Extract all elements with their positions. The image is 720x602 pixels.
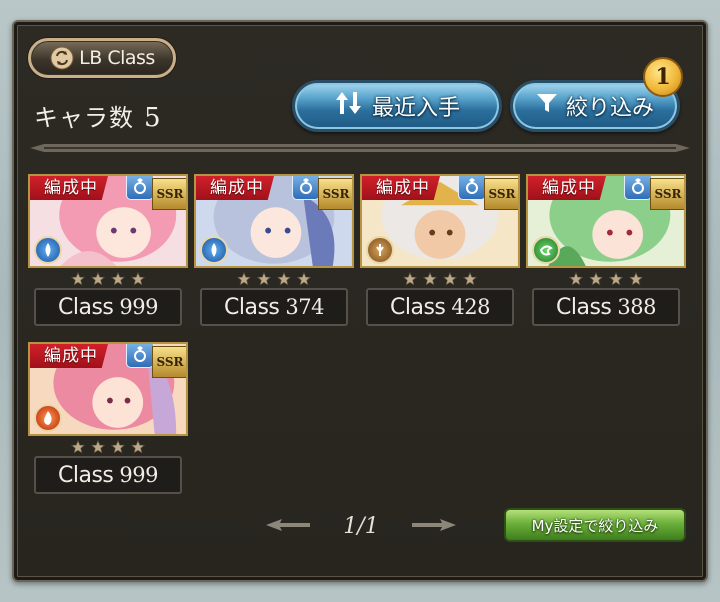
class-value: 374 (285, 295, 324, 319)
page-indicator: 1/1 (343, 513, 379, 539)
star-icon (589, 272, 603, 286)
star-icon (443, 272, 457, 286)
star-icon (423, 272, 437, 286)
star-icon (257, 272, 271, 286)
ring-icon (624, 176, 652, 200)
prev-page-arrow-icon[interactable] (266, 517, 310, 536)
sort-label: 最近入手 (371, 96, 460, 121)
class-label: Class (556, 294, 612, 320)
class-value: 999 (119, 463, 158, 487)
star-icon (71, 272, 85, 286)
star-icon (609, 272, 623, 286)
filter-label: 絞り込み (565, 96, 654, 121)
class-value: 428 (451, 295, 490, 319)
star-icon (91, 272, 105, 286)
pagination: 1/1 (266, 512, 456, 540)
fire-element-icon (34, 404, 62, 432)
ring-icon (292, 176, 320, 200)
class-value: 388 (617, 295, 656, 319)
filter-count-badge: 1 (643, 57, 683, 97)
class-label: Class (58, 462, 114, 488)
star-icon (237, 272, 251, 286)
star-icon (277, 272, 291, 286)
star-rating (526, 268, 686, 290)
star-icon (91, 440, 105, 454)
sort-arrows-icon (334, 90, 364, 122)
my-filter-button[interactable]: My設定で絞り込み (504, 508, 686, 542)
class-level: Class 388 (532, 288, 680, 326)
in-party-tag: 編成中 (196, 176, 274, 200)
sort-button[interactable]: 最近入手 (292, 80, 502, 132)
character-card[interactable]: 編成中 SSR Class 374 (194, 174, 354, 326)
funnel-icon (536, 92, 558, 120)
rarity-badge: SSR (484, 178, 518, 210)
in-party-tag: 編成中 (528, 176, 606, 200)
character-card[interactable]: 編成中 SSR Class 428 (360, 174, 520, 326)
class-level: Class 999 (34, 456, 182, 494)
class-level: Class 374 (200, 288, 348, 326)
star-icon (111, 272, 125, 286)
character-card[interactable]: 編成中 SSR Class 388 (526, 174, 686, 326)
character-portrait: 編成中 SSR (194, 174, 354, 268)
count-label: キャラ数 (34, 104, 134, 132)
class-label: Class (390, 294, 446, 320)
class-level: Class 999 (34, 288, 182, 326)
water-element-icon (200, 236, 228, 264)
next-page-arrow-icon[interactable] (412, 517, 456, 536)
star-icon (131, 440, 145, 454)
character-portrait: 編成中 SSR (360, 174, 520, 268)
in-party-tag: 編成中 (362, 176, 440, 200)
character-portrait: 編成中 SSR (526, 174, 686, 268)
header-divider (30, 144, 690, 152)
class-level: Class 428 (366, 288, 514, 326)
ring-icon (458, 176, 486, 200)
rarity-badge: SSR (650, 178, 684, 210)
star-icon (111, 440, 125, 454)
class-label: Class (58, 294, 114, 320)
lb-class-label: LB Class (79, 47, 155, 69)
in-party-tag: 編成中 (30, 176, 108, 200)
star-icon (629, 272, 643, 286)
star-icon (131, 272, 145, 286)
ring-icon (126, 344, 154, 368)
star-icon (463, 272, 477, 286)
star-rating (360, 268, 520, 290)
count-value: 5 (144, 103, 162, 133)
character-count: キャラ数 5 (34, 98, 162, 133)
lb-class-button[interactable]: LB Class (28, 38, 176, 78)
character-portrait: 編成中 SSR (28, 342, 188, 436)
ring-icon (126, 176, 154, 200)
star-icon (297, 272, 311, 286)
rarity-badge: SSR (318, 178, 352, 210)
in-party-tag: 編成中 (30, 344, 108, 368)
star-rating (194, 268, 354, 290)
swap-icon (49, 45, 75, 71)
star-icon (71, 440, 85, 454)
wind-element-icon (532, 236, 560, 264)
class-value: 999 (119, 295, 158, 319)
star-icon (403, 272, 417, 286)
character-portrait: 編成中 SSR (28, 174, 188, 268)
water-element-icon (34, 236, 62, 264)
class-label: Class (224, 294, 280, 320)
star-rating (28, 268, 188, 290)
character-card[interactable]: 編成中 SSR Class 999 (28, 342, 188, 494)
star-icon (569, 272, 583, 286)
character-card[interactable]: 編成中 SSR Class 999 (28, 174, 188, 326)
rarity-badge: SSR (152, 178, 186, 210)
rarity-badge: SSR (152, 346, 186, 378)
star-rating (28, 436, 188, 458)
earth-element-icon (366, 236, 394, 264)
